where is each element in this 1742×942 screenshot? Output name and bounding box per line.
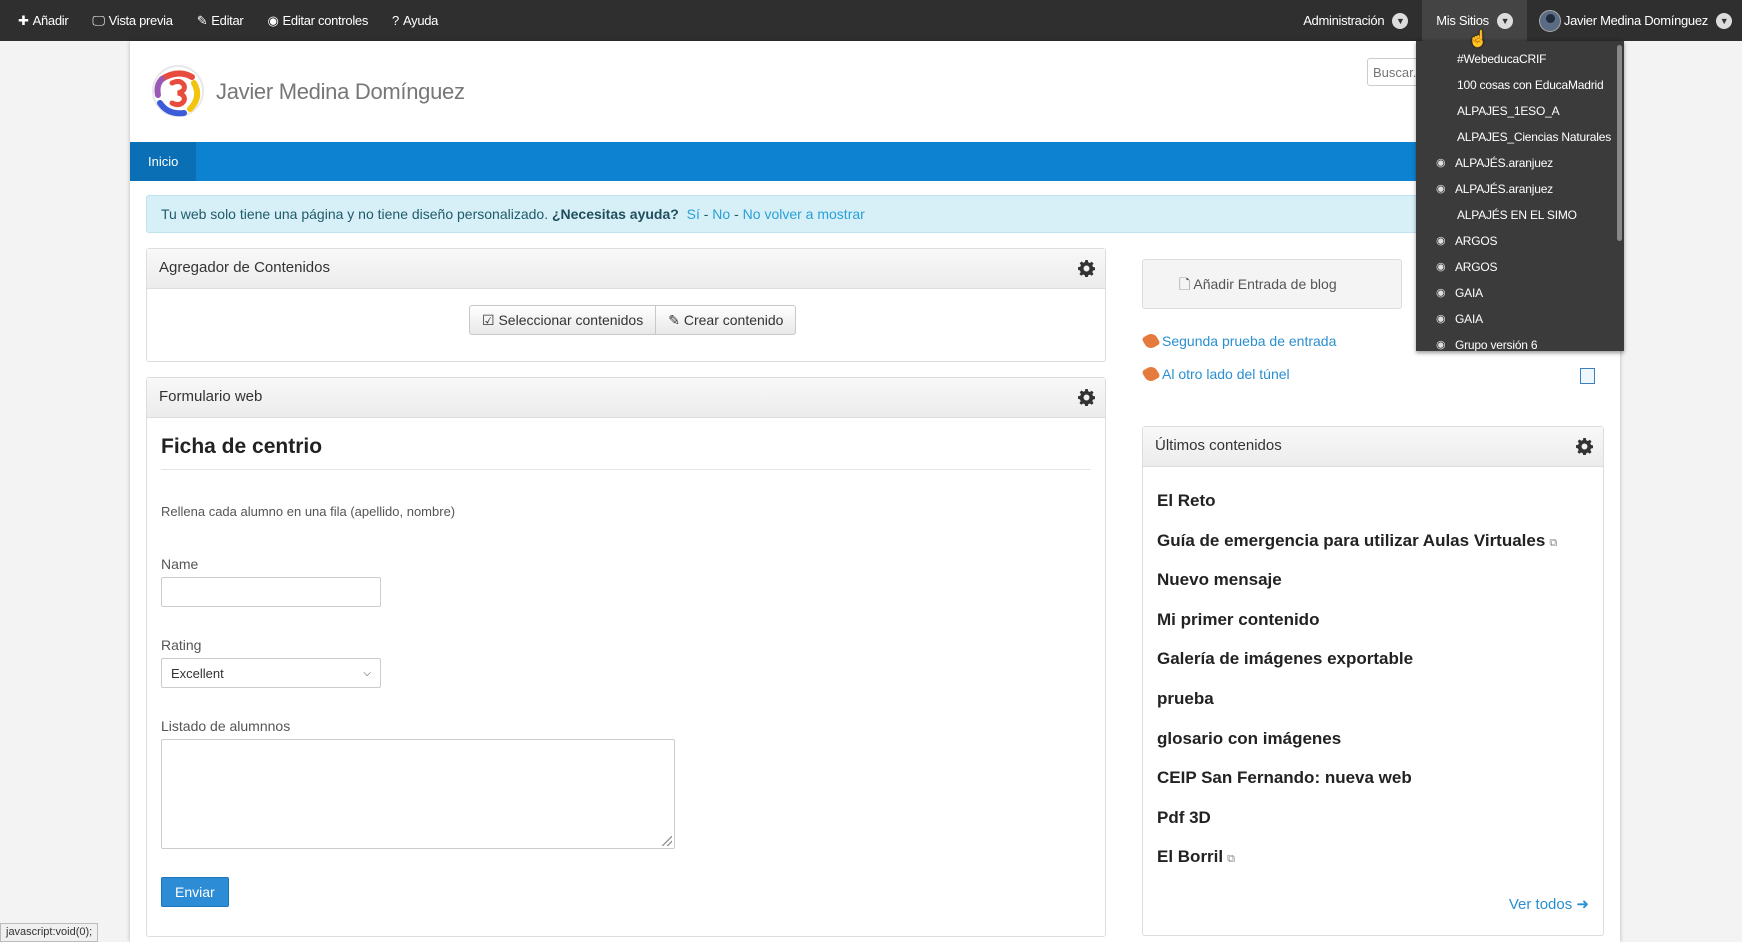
add-blog-entry-button[interactable]: 🗋 Añadir Entrada de blog [1142, 259, 1402, 309]
gear-icon[interactable] [1576, 438, 1593, 455]
gear-icon[interactable] [1078, 260, 1095, 277]
main-nav: Inicio [130, 142, 1620, 181]
resize-handle[interactable] [662, 836, 672, 846]
site-item[interactable]: 100 cosas con EducaMadrid [1416, 72, 1624, 98]
blog-entry-icon [1141, 364, 1161, 384]
student-list-label: Listado de alumnnos [161, 718, 291, 734]
edit-button[interactable]: ✎ Editar [185, 0, 256, 41]
chevron-down-icon: ⌵ [363, 667, 371, 679]
plus-icon: ✚ [18, 12, 29, 28]
site-item[interactable]: ◉ ARGOS [1416, 228, 1624, 254]
add-button[interactable]: ✚ Añadir [18, 0, 80, 41]
submit-button[interactable]: Enviar [161, 877, 229, 907]
list-item[interactable]: CEIP San Fernando: nueva web [1157, 758, 1589, 798]
select-content-button[interactable]: ☑ Seleccionar contenidos [469, 305, 657, 335]
site-item[interactable]: #WebeducaCRIF [1416, 46, 1624, 72]
student-list-textarea[interactable] [161, 739, 675, 849]
eye-icon: ◉ [1436, 313, 1446, 325]
mouse-cursor-icon: ☝ [1468, 31, 1488, 48]
site-item[interactable]: ◉ ALPAJÉS.aranjuez [1416, 176, 1624, 202]
site-item[interactable]: ALPAJÉS EN EL SIMO [1416, 202, 1624, 228]
aggregator-actions: ☑ Seleccionar contenidos ✎ Crear conteni… [469, 305, 797, 335]
eye-icon: ◉ [1436, 157, 1446, 169]
eye-icon: ◉ [1436, 235, 1446, 247]
list-item[interactable]: El Borril ⧉ [1157, 837, 1589, 877]
list-item[interactable]: Nuevo mensaje [1157, 560, 1589, 600]
external-link-icon: ⧉ [1227, 853, 1235, 866]
rating-label: Rating [161, 637, 202, 653]
list-item[interactable]: Guía de emergencia para utilizar Aulas V… [1157, 521, 1589, 561]
checkbox-icon: ☑ [482, 312, 495, 328]
alert-yes-link[interactable]: Sí [687, 206, 700, 222]
chevron-down-icon: ▼ [1496, 12, 1513, 29]
web-form: Ficha de centrio Rellena cada alumno en … [147, 418, 1105, 907]
document-icon: 🗋 [1179, 276, 1191, 292]
preview-button[interactable]: 🖵 Vista previa [80, 0, 184, 41]
portlet-header: Formulario web [147, 378, 1105, 418]
list-item[interactable]: glosario con imágenes [1157, 719, 1589, 759]
list-item[interactable]: El Reto [1157, 481, 1589, 521]
eye-icon: ◉ [1436, 287, 1446, 299]
blog-entry-link[interactable]: Al otro lado del túnel [1141, 364, 1290, 384]
site-item[interactable]: ◉ GAIA [1416, 306, 1624, 332]
admin-menu[interactable]: Administración ▼ [1291, 0, 1422, 41]
sites-list: #WebeducaCRIF 100 cosas con EducaMadrid … [1416, 41, 1624, 351]
list-item[interactable]: Pdf 3D [1157, 798, 1589, 838]
list-item[interactable]: prueba [1157, 679, 1589, 719]
latest-content-list: El Reto Guía de emergencia para utilizar… [1143, 467, 1603, 877]
eye-icon: ◉ [267, 12, 279, 28]
site-item[interactable]: ◉ Grupo versión 6 [1416, 332, 1624, 351]
form-title: Ficha de centrio [161, 418, 1091, 470]
eye-icon: ◉ [1436, 339, 1446, 351]
rating-select[interactable]: Excellent ⌵ [161, 658, 381, 688]
alert-never-link[interactable]: No volver a mostrar [743, 206, 865, 222]
eye-icon: ◉ [1436, 261, 1446, 273]
edit-icon: ✎ [196, 12, 208, 28]
gear-icon[interactable] [1078, 389, 1095, 406]
nav-item-home[interactable]: Inicio [130, 142, 197, 181]
pencil-icon: ✎ [668, 312, 680, 328]
form-description: Rellena cada alumno en una fila (apellid… [161, 504, 456, 519]
site-title[interactable]: Javier Medina Domínguez [216, 79, 465, 105]
chevron-down-icon: ▼ [1716, 12, 1732, 29]
site-item[interactable]: ALPAJES_1ESO_A [1416, 98, 1624, 124]
latest-content-portlet: Últimos contenidos El Reto Guía de emerg… [1142, 426, 1604, 936]
eye-icon: ◉ [1436, 183, 1446, 195]
edit-controls-button[interactable]: ◉ Editar controles [255, 0, 380, 41]
site-logo[interactable] [150, 63, 206, 119]
portlet-header: Agregador de Contenidos [147, 249, 1105, 289]
site-item[interactable]: ◉ GAIA [1416, 280, 1624, 306]
status-bar: javascript:void(0); [0, 923, 99, 942]
external-link-icon: ⧉ [1549, 536, 1558, 549]
dropdown-scrollbar[interactable] [1617, 45, 1622, 241]
my-sites-dropdown: #WebeducaCRIF 100 cosas con EducaMadrid … [1416, 41, 1624, 351]
help-button[interactable]: ? Ayuda [380, 0, 450, 41]
arrow-right-icon: ➜ [1576, 896, 1589, 913]
edit-entry-icon[interactable] [1580, 368, 1595, 384]
monitor-icon: 🖵 [92, 12, 105, 28]
question-icon: ? [392, 13, 399, 28]
name-label: Name [161, 556, 199, 572]
list-item[interactable]: Galería de imágenes exportable [1157, 639, 1589, 679]
chevron-down-icon: ▼ [1392, 12, 1409, 29]
list-item[interactable]: Mi primer contenido [1157, 600, 1589, 640]
site-item[interactable]: ◉ ARGOS [1416, 254, 1624, 280]
page-content: Javier Medina Domínguez Inicio Tu web so… [130, 41, 1620, 942]
site-item[interactable]: ALPAJES_Ciencias Naturales [1416, 124, 1624, 150]
user-menu[interactable]: Javier Medina Domínguez ▼ [1527, 0, 1742, 41]
site-item[interactable]: ◉ ALPAJÉS.aranjuez [1416, 150, 1624, 176]
web-form-portlet: Formulario web Ficha de centrio Rellena … [146, 377, 1106, 937]
content-aggregator-portlet: Agregador de Contenidos ☑ Seleccionar co… [146, 248, 1106, 362]
portlet-header: Últimos contenidos [1143, 427, 1603, 467]
see-all-link[interactable]: Ver todos ➜ [1509, 895, 1589, 913]
alert-no-link[interactable]: No [712, 206, 730, 222]
blog-entry-link[interactable]: Segunda prueba de entrada [1141, 331, 1336, 351]
help-alert: Tu web solo tiene una página y no tiene … [146, 195, 1606, 233]
name-field[interactable] [161, 577, 381, 607]
create-content-button[interactable]: ✎ Crear contenido [656, 305, 797, 335]
avatar [1538, 9, 1561, 32]
blog-entry-icon [1141, 331, 1161, 351]
